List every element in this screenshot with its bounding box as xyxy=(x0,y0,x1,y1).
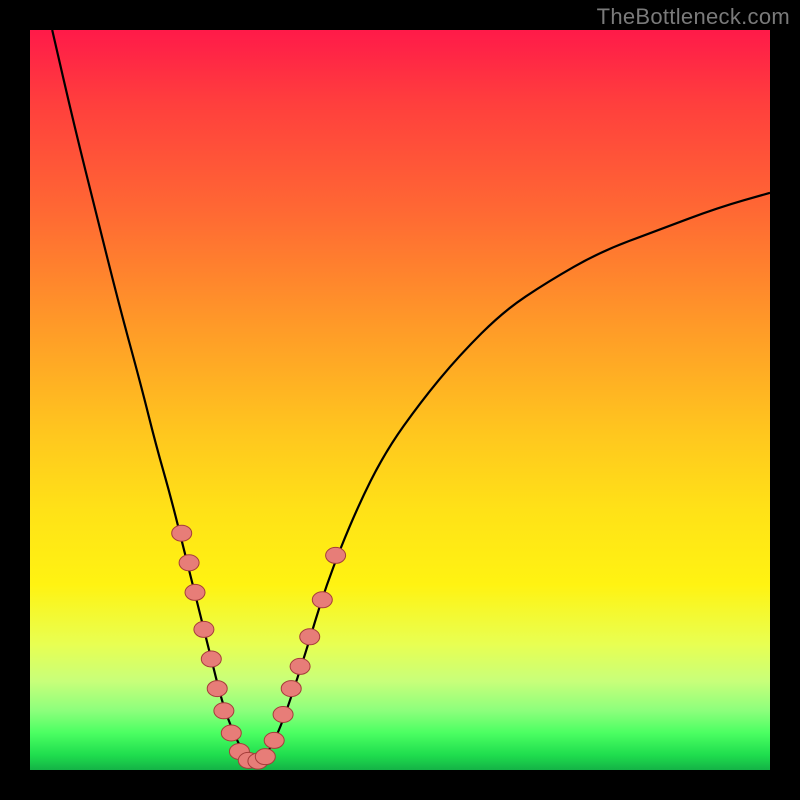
marker-dot xyxy=(221,725,241,741)
marker-dot xyxy=(185,584,205,600)
marker-dot xyxy=(179,555,199,571)
marker-dot xyxy=(264,732,284,748)
chart-plot-area xyxy=(30,30,770,770)
marker-dot xyxy=(201,651,221,667)
chart-frame: TheBottleneck.com xyxy=(0,0,800,800)
marker-dot xyxy=(172,525,192,541)
marker-dot xyxy=(300,629,320,645)
marker-dot xyxy=(255,749,275,765)
marker-dot xyxy=(194,621,214,637)
chart-svg xyxy=(30,30,770,770)
marker-dot xyxy=(326,547,346,563)
bottleneck-curve xyxy=(52,30,770,761)
marker-dot xyxy=(273,707,293,723)
watermark-text: TheBottleneck.com xyxy=(597,4,790,30)
marker-dot xyxy=(290,658,310,674)
marker-dot xyxy=(281,681,301,697)
marker-dot xyxy=(312,592,332,608)
marker-dot xyxy=(207,681,227,697)
marker-group xyxy=(172,525,346,769)
marker-dot xyxy=(214,703,234,719)
